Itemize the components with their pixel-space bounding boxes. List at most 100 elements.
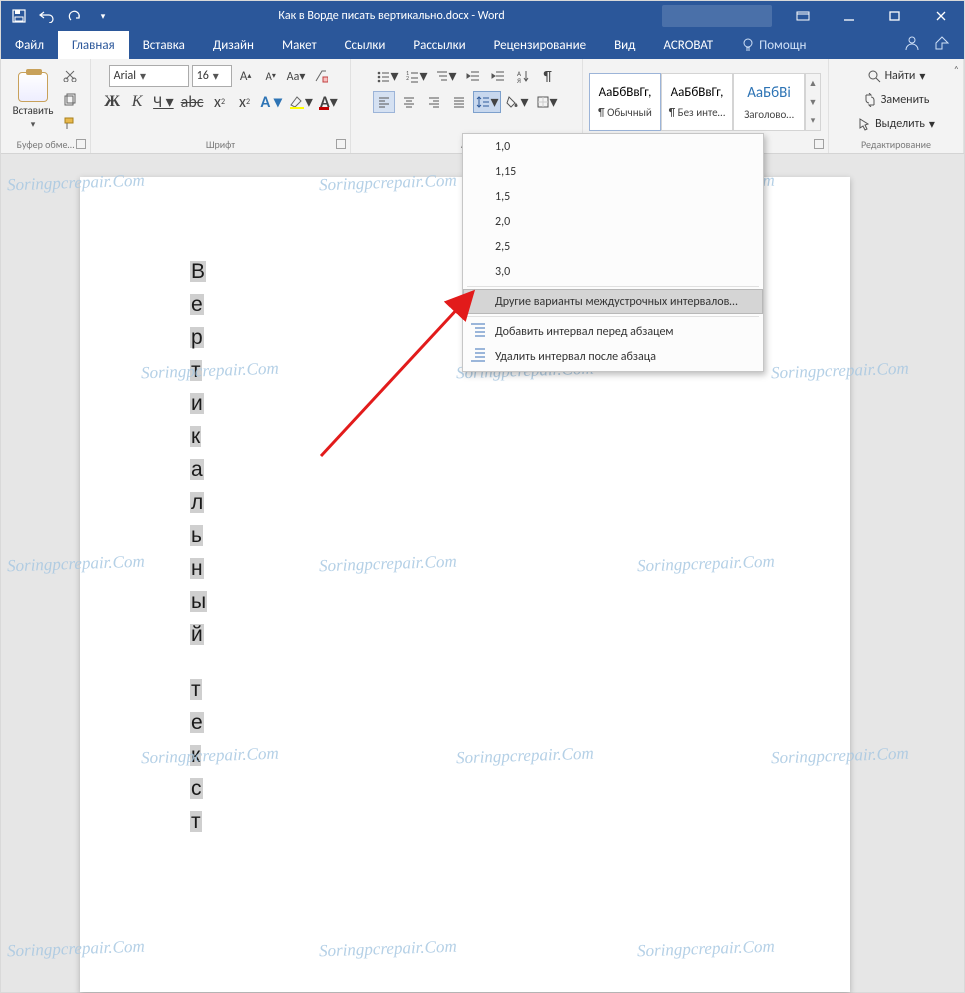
font-name-combo[interactable]: Arial▾ (109, 65, 189, 87)
clear-formatting-icon[interactable] (310, 65, 332, 87)
account-icon[interactable] (904, 35, 920, 55)
styles-gallery-nav[interactable]: ▲▼▾ (805, 73, 821, 131)
highlight-icon[interactable]: ▾ (287, 91, 315, 113)
clipboard-icon (18, 72, 48, 102)
font-dialog-launcher[interactable] (336, 139, 346, 149)
paste-button[interactable]: Вставить ▾ (7, 68, 59, 130)
italic-icon[interactable]: К (126, 91, 148, 113)
strikethrough-icon[interactable]: abc (179, 91, 206, 113)
share-icon[interactable] (934, 35, 950, 55)
remove-space-after-icon (469, 347, 487, 365)
replace-button[interactable]: Заменить (863, 89, 930, 111)
minimize-icon[interactable] (826, 1, 872, 31)
style-normal[interactable]: АаБбВвГг, ¶ Обычный (589, 73, 661, 131)
tell-me[interactable]: Помощн (727, 31, 806, 59)
align-center-icon[interactable] (398, 91, 420, 113)
align-left-icon[interactable] (373, 91, 395, 113)
tab-insert[interactable]: Вставка (129, 31, 199, 59)
decrease-indent-icon[interactable] (462, 65, 484, 87)
tab-acrobat[interactable]: ACROBAT (649, 31, 727, 59)
sort-icon[interactable]: AЯ (512, 65, 534, 87)
numbering-icon[interactable]: 12▾ (403, 65, 429, 87)
ribbon-options-icon[interactable] (780, 1, 826, 31)
line-spacing-icon[interactable]: ▾ (473, 91, 501, 113)
qat-customize-icon[interactable]: ▾ (93, 6, 113, 26)
style-preview: АаБбВвГг, (671, 85, 724, 100)
ls-option[interactable]: 1,0 (463, 134, 763, 159)
font-color-icon[interactable]: A ▾ (318, 91, 340, 113)
tab-home[interactable]: Главная (58, 31, 129, 59)
select-label: Выделить (875, 117, 925, 131)
ls-option[interactable]: 1,15 (463, 159, 763, 184)
tab-design[interactable]: Дизайн (199, 31, 268, 59)
style-nospacing[interactable]: АаБбВвГг, ¶ Без инте… (661, 73, 733, 131)
tab-layout[interactable]: Макет (268, 31, 331, 59)
superscript-icon[interactable]: x2 (234, 91, 256, 113)
font-size-value: 16 (197, 69, 209, 83)
style-heading1[interactable]: АаБбВі Заголово… (733, 73, 805, 131)
increase-indent-icon[interactable] (487, 65, 509, 87)
account-info[interactable] (662, 5, 772, 27)
window-controls (780, 1, 964, 31)
styles-dialog-launcher[interactable] (814, 139, 824, 149)
font-size-combo[interactable]: 16▾ (192, 65, 232, 87)
collapse-ribbon-icon[interactable]: ˄ (954, 63, 959, 76)
replace-icon (863, 93, 877, 107)
bullets-icon[interactable]: ▾ (374, 65, 400, 87)
maximize-icon[interactable] (872, 1, 918, 31)
ls-option[interactable]: 2,0 (463, 209, 763, 234)
style-preview: АаБбВвГг, (599, 85, 652, 100)
quick-access-toolbar: ▾ (1, 6, 121, 26)
ls-add-space-before[interactable]: Добавить интервал перед абзацем (463, 319, 763, 344)
underline-icon[interactable]: Ч ▾ (151, 91, 176, 113)
group-label-editing: Редактирование (829, 138, 963, 151)
find-label: Найти (885, 69, 916, 83)
replace-label: Заменить (881, 93, 930, 107)
group-editing: Найти ▾ Заменить Выделить ▾ Редактирован… (829, 59, 964, 153)
tab-review[interactable]: Рецензирование (480, 31, 600, 59)
justify-icon[interactable] (448, 91, 470, 113)
menu-separator (467, 286, 759, 287)
vertical-text[interactable]: Вертикальныйтекст (190, 261, 207, 844)
ls-option[interactable]: 1,5 (463, 184, 763, 209)
align-right-icon[interactable] (423, 91, 445, 113)
close-icon[interactable] (918, 1, 964, 31)
multilevel-list-icon[interactable]: ▾ (433, 65, 459, 87)
cursor-icon (857, 117, 871, 131)
tab-view[interactable]: Вид (600, 31, 649, 59)
shrink-font-icon[interactable]: A▾ (260, 65, 282, 87)
ls-more-options[interactable]: Другие варианты междустрочных интервалов… (463, 289, 763, 314)
ls-option[interactable]: 2,5 (463, 234, 763, 259)
format-painter-icon[interactable] (59, 112, 81, 134)
redo-icon[interactable] (65, 6, 85, 26)
change-case-icon[interactable]: Aa▾ (285, 65, 308, 87)
select-button[interactable]: Выделить ▾ (857, 113, 935, 135)
subscript-icon[interactable]: x2 (209, 91, 231, 113)
undo-icon[interactable] (37, 6, 57, 26)
borders-icon[interactable]: ▾ (534, 91, 560, 113)
menu-separator (467, 316, 759, 317)
save-icon[interactable] (9, 6, 29, 26)
tab-file[interactable]: Файл (1, 31, 58, 59)
ls-remove-space-after[interactable]: Удалить интервал после абзаца (463, 344, 763, 369)
tab-references[interactable]: Ссылки (331, 31, 400, 59)
grow-font-icon[interactable]: A▴ (235, 65, 257, 87)
titlebar: ▾ Как в Ворде писать вертикально.docx - … (1, 1, 964, 31)
cut-icon[interactable] (59, 64, 81, 86)
group-font: Arial▾ 16▾ A▴ A▾ Aa▾ Ж К Ч ▾ abc x2 x2 A… (91, 59, 351, 153)
find-button[interactable]: Найти ▾ (867, 65, 926, 87)
clipboard-dialog-launcher[interactable] (76, 139, 86, 149)
group-label-font: Шрифт (91, 138, 350, 151)
ls-label: Добавить интервал перед абзацем (495, 325, 674, 339)
text-effects-icon[interactable]: A ▾ (259, 91, 284, 113)
bold-icon[interactable]: Ж (101, 91, 123, 113)
search-icon (867, 69, 881, 83)
tab-mailings[interactable]: Рассылки (399, 31, 479, 59)
style-name: Заголово… (744, 108, 794, 121)
line-spacing-menu: 1,0 1,15 1,5 2,0 2,5 3,0 Другие варианты… (462, 133, 764, 372)
group-clipboard: Вставить ▾ Буфер обме… (1, 59, 91, 153)
ls-option[interactable]: 3,0 (463, 259, 763, 284)
shading-icon[interactable]: ▾ (504, 91, 530, 113)
show-marks-icon[interactable]: ¶ (537, 65, 559, 87)
copy-icon[interactable] (59, 88, 81, 110)
